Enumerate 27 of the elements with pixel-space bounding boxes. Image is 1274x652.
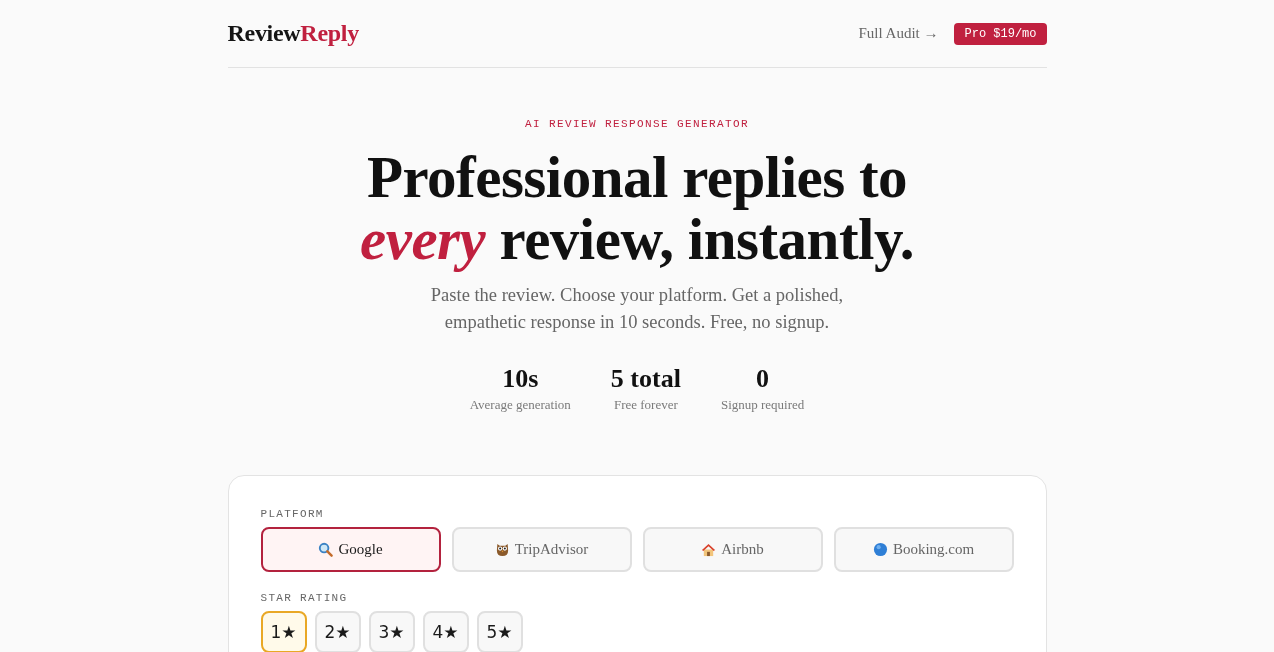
platform-option[interactable]: Google [260,527,441,572]
platform-option[interactable]: Booking.com [833,527,1014,572]
eyebrow-label: AI REVIEW RESPONSE GENERATOR [525,118,749,130]
stat-label: Signup required [720,397,805,413]
stat-value: 10s [502,364,539,394]
logo[interactable]: ReviewReply [227,20,359,47]
rating-option[interactable]: 4★ [422,611,469,652]
stat-label: Average generation [469,397,571,413]
search-icon [318,542,334,557]
platform-option[interactable]: Airbnb [642,527,823,572]
stat-value: 0 [756,364,770,394]
headline: Professional replies to every review, instantly. [359,146,915,270]
rating-option[interactable]: 3★ [368,611,415,652]
subtitle: Paste the review. Choose your platform. Get a polished, empathetic response in 10 seconds. Free, no signup. [429,284,845,334]
stat-value: 5 total [610,364,681,394]
owl-icon [494,542,510,557]
field-label: STAR RATING [260,592,349,604]
field-label: PLATFORM [260,508,325,520]
full-audit-link[interactable]: Full Audit → [858,25,939,42]
house-icon [701,542,717,557]
circle-icon [872,542,888,557]
pro-button[interactable]: Pro $19/mo [954,22,1047,45]
rating-option[interactable]: 5★ [476,611,523,652]
rating-option[interactable]: 2★ [314,611,361,652]
platform-option[interactable]: TripAdvisor [451,527,632,572]
stat-label: Free forever [613,397,678,413]
rating-option[interactable]: 1★ [260,611,307,652]
